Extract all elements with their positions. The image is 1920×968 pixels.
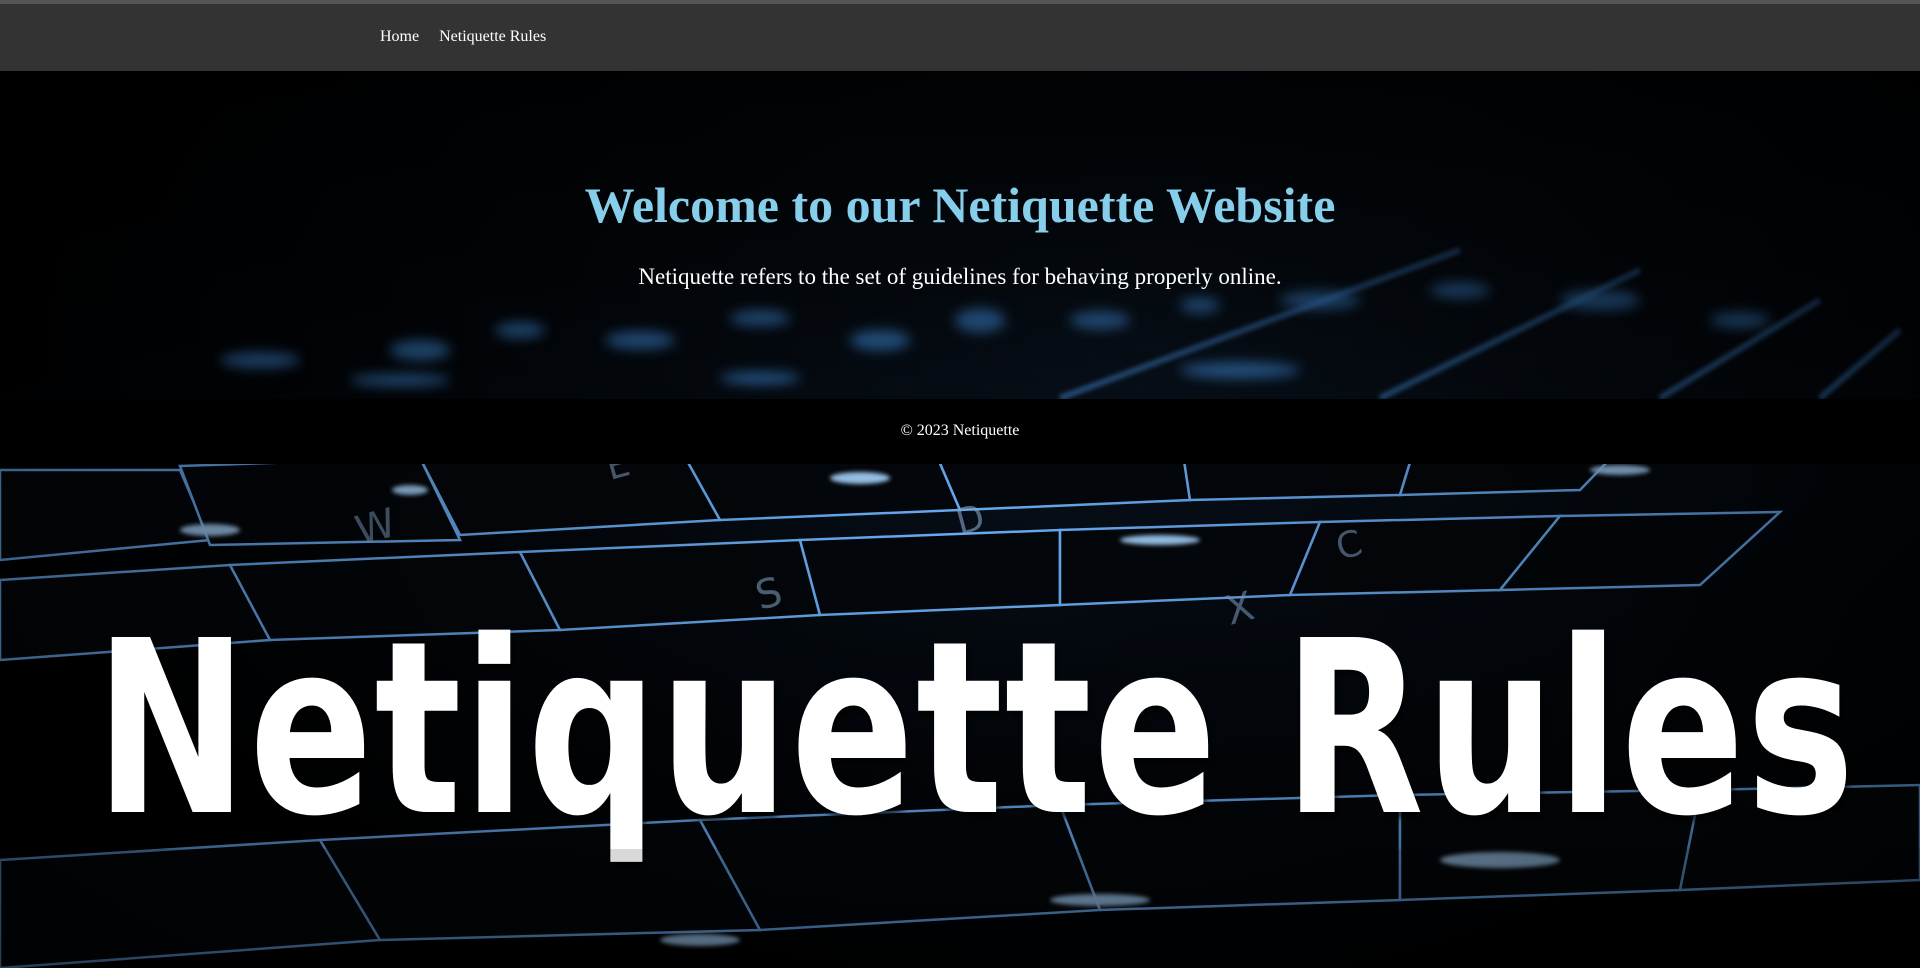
nav-links: Home Netiquette Rules: [380, 28, 546, 46]
footer: © 2023 Netiquette: [0, 399, 1920, 464]
footer-copyright: © 2023 Netiquette: [900, 422, 1020, 439]
nav-link-netiquette-rules[interactable]: Netiquette Rules: [439, 28, 546, 46]
hero-subtitle: Netiquette refers to the set of guidelin…: [638, 264, 1282, 289]
hero-section: Welcome to our Netiquette Website Netiqu…: [0, 71, 1920, 399]
top-navbar: Home Netiquette Rules: [0, 4, 1920, 71]
banner-bottom-strip: [0, 849, 1920, 968]
page: W E S D X C: [0, 0, 1920, 968]
netiquette-rules-banner-image: Netiquette Rules: [0, 464, 1920, 968]
hero-title: Welcome to our Netiquette Website: [584, 177, 1336, 233]
banner-title-text: Netiquette Rules: [95, 589, 1857, 869]
nav-link-home[interactable]: Home: [380, 28, 419, 46]
